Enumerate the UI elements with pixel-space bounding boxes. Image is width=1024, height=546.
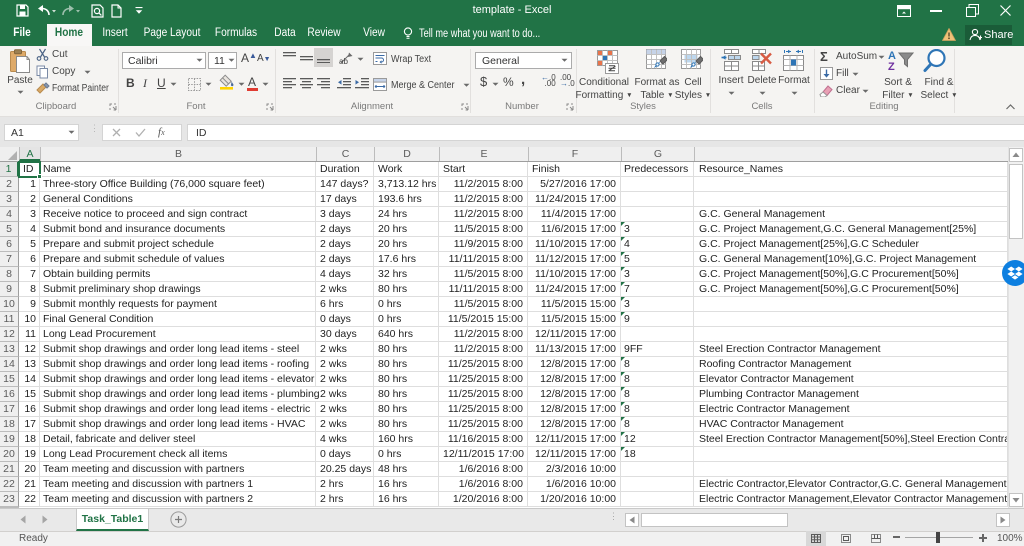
svg-text:Z: Z — [888, 61, 895, 71]
svg-text:ab: ab — [339, 57, 348, 65]
